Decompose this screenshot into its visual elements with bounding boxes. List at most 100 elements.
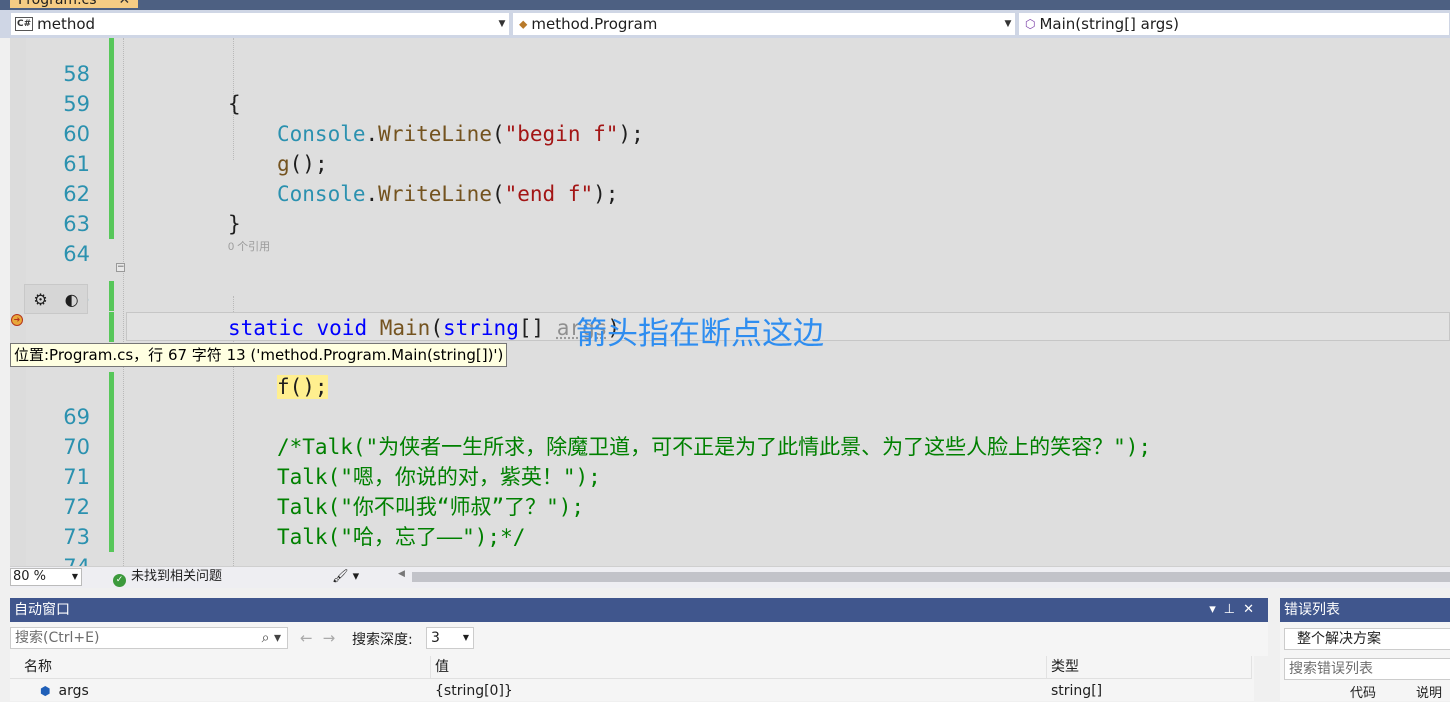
change-bar [109,179,114,209]
change-bar [109,372,114,402]
change-bar [109,59,114,89]
code-line: 73 [10,492,1450,549]
code-editor[interactable]: 58 { 59 Console.WriteLine("begin f"); 60… [10,38,1450,566]
change-bar [109,462,114,492]
document-tab-title: Program.cs [18,0,97,8]
column-header-description[interactable]: 说明 [1416,686,1442,702]
panel-buttons: ▾⊥✕ [1209,598,1262,622]
code-cleanup-icon[interactable]: 🖌 ▾ [332,567,359,586]
project-dropdown[interactable]: C# method ▼ [10,12,510,36]
search-depth-dropdown[interactable]: 3 ▼ [426,627,474,649]
method-icon: ⬡ [1025,17,1036,31]
line-number: 74 [28,552,90,566]
chevron-down-icon: ▼ [462,633,469,642]
chevron-down-icon[interactable]: ▼ [1001,19,1015,29]
class-icon: ⬥ [519,16,528,31]
scrollbar-thumb[interactable] [412,572,1450,582]
gear-icon[interactable]: ⚙ [33,290,47,309]
csharp-project-icon: C# [15,17,34,31]
code-line: 69 /*Talk("为侠者一生所求，除魔卫道，可不正是为了此情此景、为了这些人… [10,372,1450,459]
change-bar [109,38,114,59]
code-line: 71 Talk("你不叫我“师叔”了？"); [10,432,1450,519]
type-name: method.Program [531,15,658,33]
code-line: 70 Talk("嗯，你说的对，紫英！"); [10,402,1450,489]
chevron-down-icon: ▼ [71,572,78,581]
member-dropdown[interactable]: ⬡ Main(string[] args) [1018,12,1450,36]
change-bar [109,89,114,119]
code-line: 59 Console.WriteLine("begin f"); [10,59,1450,146]
code-line: { [10,281,1450,368]
code-line: 72 Talk("哈，忘了——");*/ [10,462,1450,549]
scroll-left-icon[interactable]: ◀ [398,569,405,579]
arrow-left-icon[interactable]: ← [300,629,323,647]
error-list-title: 错误列表 [1284,602,1340,618]
issues-indicator[interactable]: ✓ 未找到相关问题 [113,568,222,587]
close-tab-icon[interactable]: ✕ [119,0,131,8]
column-header-value[interactable]: 值 [431,656,1047,678]
vertical-scrollbar[interactable] [1254,656,1268,701]
autos-toolbar: 搜索(Ctrl+E) ⌕ ▾ ←→ 搜索深度: 3 ▼ [10,624,1268,652]
search-depth-value: 3 [431,630,440,646]
document-tab[interactable]: Program.cs ✕ [10,0,139,8]
code-line: 63 [10,179,1450,236]
codelens-references[interactable]: 0 个引用 [228,238,270,254]
location-tooltip: 位置:Program.cs，行 67 字符 13 ('method.Progra… [10,343,508,367]
column-header-code[interactable]: 代码 [1350,686,1376,702]
search-placeholder: 搜索(Ctrl+E) [15,630,100,646]
error-list-header: 代码 说明 [1284,686,1450,702]
code-line: 62 } [10,149,1450,236]
member-name: Main(string[] args) [1039,15,1179,33]
cell-value: {string[0]} [435,683,513,699]
project-name: method [37,15,96,33]
error-scope-dropdown[interactable]: 整个解决方案 [1284,628,1450,650]
error-search-input[interactable]: 搜索错误列表 [1284,658,1450,680]
document-tab-strip [0,0,1450,10]
annotation-text: 箭头指在断点这边 [576,316,824,352]
change-bar [109,432,114,462]
code-line: 60 g(); [10,89,1450,176]
autos-title-bar: 自动窗口 ▾⊥✕ [10,598,1268,622]
editor-status-strip: 80 % ▼ ✓ 未找到相关问题 🖌 ▾ ◀ [10,566,1450,588]
search-icon[interactable]: ⌕ ▾ [262,628,281,648]
chevron-down-icon[interactable]: ▼ [495,19,509,29]
toggle-breakpoint-icon[interactable]: ◐ [65,290,79,309]
column-header-name[interactable]: 名称 [10,656,431,678]
type-dropdown[interactable]: ⬥ method.Program ▼ [512,12,1016,36]
code-line: 74 Console.ReadLine(); [10,522,1450,566]
autos-window: 自动窗口 ▾⊥✕ 搜索(Ctrl+E) ⌕ ▾ ←→ 搜索深度: 3 ▼ 名称 … [10,598,1268,701]
cell-name: ⬢ args [10,680,431,702]
autos-search-input[interactable]: 搜索(Ctrl+E) ⌕ ▾ [10,627,288,649]
change-bar [109,402,114,432]
close-icon[interactable]: ✕ [1243,602,1262,617]
dropdown-icon[interactable]: ▾ [1209,602,1224,617]
autos-table-header: 名称 值 类型 [10,656,1252,679]
arrow-right-icon[interactable]: → [323,629,346,647]
autos-title: 自动窗口 [14,602,70,618]
check-icon: ✓ [113,574,126,587]
execution-pointer-icon[interactable]: ➜ [11,314,23,326]
code-line: 61 Console.WriteLine("end f"); [10,119,1450,206]
variable-name: args [58,683,89,699]
zoom-level: 80 % [13,569,47,584]
code-line: 58 { [10,38,1450,116]
search-depth-label: 搜索深度: [352,632,413,648]
change-bar [109,209,114,239]
search-navigation[interactable]: ←→ [300,629,345,647]
collapse-toggle[interactable]: − [116,263,125,272]
change-bar [109,492,114,522]
error-list-title-bar: 错误列表 [1280,598,1450,622]
pin-icon[interactable]: ⊥ [1224,602,1243,617]
code-line: 65 static void Main(string[] args) [10,253,1450,340]
change-bar [109,312,114,342]
horizontal-scrollbar[interactable]: ◀ [398,569,1450,583]
navigation-bar: C# method ▼ ⬥ method.Program ▼ ⬡ Main(st… [0,10,1450,38]
change-bar [109,281,114,311]
code-line: 64 [10,209,1450,266]
table-row[interactable]: ⬢ args {string[0]} string[] [10,680,1252,702]
variable-icon: ⬢ [40,684,51,698]
change-bar [109,522,114,552]
change-bar [109,149,114,179]
column-header-type[interactable]: 类型 [1047,656,1252,678]
change-bar [109,119,114,149]
zoom-dropdown[interactable]: 80 % ▼ [10,568,82,586]
